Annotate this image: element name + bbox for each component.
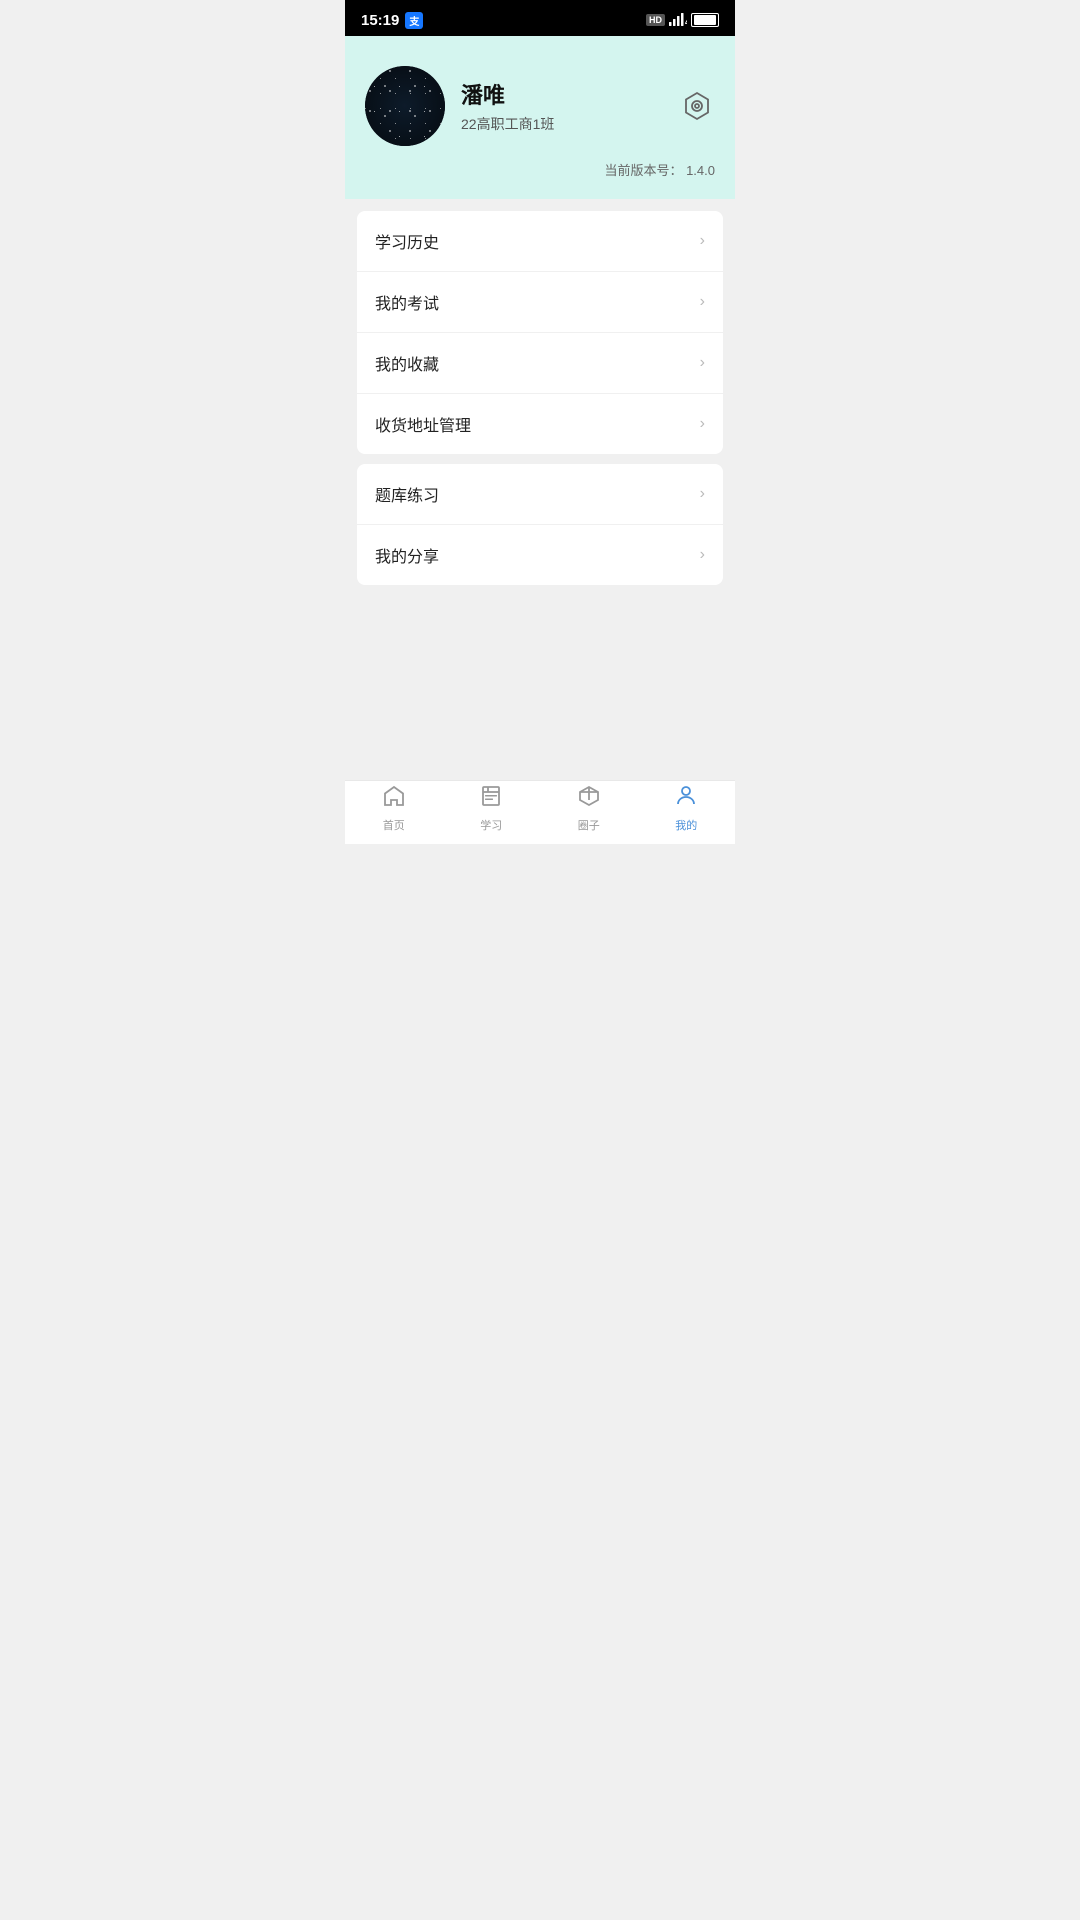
- profile-row: 潘唯 22高职工商1班: [365, 66, 715, 146]
- chevron-icon: ›: [700, 232, 705, 250]
- menu-item-label: 学习历史: [375, 229, 439, 253]
- chevron-icon: ›: [700, 354, 705, 372]
- menu-item-my-favorites[interactable]: 我的收藏 ›: [357, 333, 723, 394]
- profile-info: 潘唯 22高职工商1班: [461, 78, 554, 134]
- status-right: HD 4G: [646, 12, 719, 29]
- chevron-icon: ›: [700, 415, 705, 433]
- nav-label-mine: 我的: [675, 817, 697, 833]
- alipay-badge: 支: [405, 12, 423, 29]
- battery-icon: [691, 13, 719, 27]
- nav-item-mine[interactable]: 我的: [638, 784, 736, 833]
- avatar-stars: [365, 66, 445, 146]
- gray-body: [345, 585, 735, 785]
- nav-label-home: 首页: [383, 817, 405, 833]
- menu-item-label: 收货地址管理: [375, 412, 471, 436]
- chevron-icon: ›: [700, 293, 705, 311]
- avatar: [365, 66, 445, 146]
- svg-text:4G: 4G: [685, 18, 687, 26]
- version-label: 当前版本号：: [604, 163, 682, 178]
- menu-item-my-exam[interactable]: 我的考试 ›: [357, 272, 723, 333]
- book-icon: [479, 784, 503, 814]
- menu-section-1: 学习历史 › 我的考试 › 我的收藏 › 收货地址管理 ›: [357, 211, 723, 454]
- status-left: 15:19 支: [361, 12, 423, 29]
- menu-item-question-bank[interactable]: 题库练习 ›: [357, 464, 723, 525]
- version-number: 1.4.0: [686, 163, 715, 178]
- chevron-icon: ›: [700, 546, 705, 564]
- menu-item-address[interactable]: 收货地址管理 ›: [357, 394, 723, 454]
- nav-label-study: 学习: [480, 817, 502, 833]
- signal-label: 4G: [669, 12, 687, 29]
- bottom-nav: 首页 学习 圈子: [345, 780, 735, 844]
- profile-header: 潘唯 22高职工商1班 当前版本号： 1.4.0: [345, 36, 735, 199]
- menu-item-label: 我的分享: [375, 543, 439, 567]
- menu-item-study-history[interactable]: 学习历史 ›: [357, 211, 723, 272]
- home-icon: [382, 784, 406, 814]
- nav-item-study[interactable]: 学习: [443, 784, 541, 833]
- settings-icon[interactable]: [679, 88, 715, 124]
- profile-class: 22高职工商1班: [461, 114, 554, 134]
- nav-item-circle[interactable]: 圈子: [540, 784, 638, 833]
- status-bar: 15:19 支 HD 4G: [345, 0, 735, 36]
- menu-section-2: 题库练习 › 我的分享 ›: [357, 464, 723, 585]
- nav-label-circle: 圈子: [578, 817, 600, 833]
- profile-left: 潘唯 22高职工商1班: [365, 66, 554, 146]
- battery-fill: [694, 15, 716, 25]
- menu-item-label: 题库练习: [375, 482, 439, 506]
- person-icon: [674, 784, 698, 814]
- hd-badge: HD: [646, 14, 665, 26]
- menu-item-my-share[interactable]: 我的分享 ›: [357, 525, 723, 585]
- menu-item-label: 我的考试: [375, 290, 439, 314]
- profile-name: 潘唯: [461, 78, 554, 110]
- menu-item-label: 我的收藏: [375, 351, 439, 375]
- version-row: 当前版本号： 1.4.0: [365, 160, 715, 179]
- nav-item-home[interactable]: 首页: [345, 784, 443, 833]
- status-time: 15:19: [361, 12, 399, 29]
- box-icon: [577, 784, 601, 814]
- chevron-icon: ›: [700, 485, 705, 503]
